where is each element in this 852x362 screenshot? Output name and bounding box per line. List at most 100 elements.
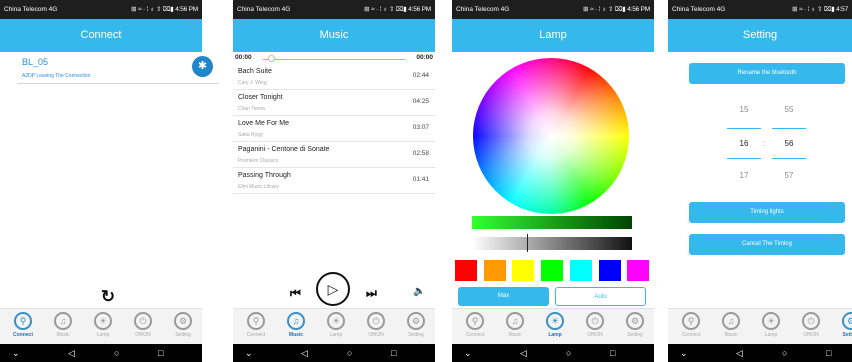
tab-label: Connect — [465, 332, 485, 338]
tab-offon[interactable]: ⏻ Off/ON — [580, 312, 610, 338]
tab-label: Off/ON — [135, 332, 151, 338]
hour-picker-line — [727, 128, 761, 129]
tab-icon: ☀ — [327, 312, 345, 330]
next-icon[interactable]: ⏭ — [366, 286, 377, 301]
tab-icon: ⏻ — [586, 312, 604, 330]
color-swatch-orange[interactable] — [484, 260, 506, 281]
tab-setting[interactable]: ⚙ Setting — [620, 312, 650, 338]
brightness-slider[interactable] — [472, 237, 632, 250]
color-swatch-red[interactable] — [455, 260, 477, 281]
timing-lights-button[interactable]: Timing lights — [689, 202, 845, 223]
tab-music[interactable]: ♫ Music — [716, 312, 746, 338]
nav-recent-icon[interactable]: □ — [826, 344, 831, 362]
tab-label: Music — [508, 332, 522, 338]
song-artist: Saba Rygg — [238, 132, 263, 138]
tab-icon: ☀ — [762, 312, 780, 330]
tab-lamp[interactable]: ☀ Lamp — [540, 312, 570, 338]
nav-back-icon[interactable]: ◁ — [520, 344, 527, 362]
page-title: Setting — [668, 19, 852, 52]
tab-label: Setting — [627, 332, 643, 338]
minute-option[interactable]: 55 — [776, 105, 802, 114]
tab-label: Setting — [175, 332, 191, 338]
tab-lamp[interactable]: ☀ Lamp — [88, 312, 118, 338]
tab-icon: ⚲ — [466, 312, 484, 330]
list-item[interactable]: Bach Suite Cary J. Wing 02:44 — [233, 64, 435, 90]
progress-knob[interactable] — [268, 55, 275, 62]
brightness-thumb[interactable] — [527, 234, 528, 252]
time-separator: : — [762, 139, 766, 148]
progress-track[interactable] — [263, 59, 405, 60]
color-swatch-magenta[interactable] — [627, 260, 649, 281]
nav-home-icon[interactable]: ○ — [782, 344, 787, 362]
tab-setting[interactable]: ⚙ Setting — [168, 312, 198, 338]
tab-music[interactable]: ♫ Music — [500, 312, 530, 338]
tab-connect[interactable]: ⚲ Connect — [8, 312, 38, 338]
hour-option[interactable]: 15 — [731, 105, 757, 114]
color-swatch-yellow[interactable] — [512, 260, 534, 281]
nav-back-icon[interactable]: ◁ — [301, 344, 308, 362]
bluetooth-icon[interactable]: ✱ — [192, 56, 213, 77]
nav-hide-icon[interactable]: ⌄ — [245, 344, 253, 362]
tab-music[interactable]: ♫ Music — [48, 312, 78, 338]
auto-button[interactable]: Auto — [555, 287, 646, 306]
tab-offon[interactable]: ⏻ Off/ON — [128, 312, 158, 338]
color-wheel[interactable] — [473, 58, 629, 214]
tab-connect[interactable]: ⚲ Connect — [676, 312, 706, 338]
device-name[interactable]: BL_05 — [22, 57, 48, 67]
tab-bar: ⚲ Connect ♫ Music ☀ Lamp ⏻ Off/ON ⚙ Setting — [452, 308, 654, 344]
nav-home-icon[interactable]: ○ — [347, 344, 352, 362]
song-duration: 04:25 — [412, 98, 429, 105]
nav-hide-icon[interactable]: ⌄ — [464, 344, 472, 362]
color-swatch-blue[interactable] — [599, 260, 621, 281]
nav-recent-icon[interactable]: □ — [158, 344, 163, 362]
list-item[interactable]: Paganini - Centone di Sonate Premiere Cl… — [233, 142, 435, 168]
tab-setting[interactable]: ⚙ Setting — [836, 312, 852, 338]
list-item[interactable]: Closer Tonight Chan Tenna 04:25 — [233, 90, 435, 116]
volume-icon[interactable]: 🔈 — [413, 286, 425, 297]
nav-recent-icon[interactable]: □ — [610, 344, 615, 362]
tab-lamp[interactable]: ☀ Lamp — [321, 312, 351, 338]
minute-option[interactable]: 57 — [776, 171, 802, 180]
cancel-timing-button[interactable]: Cancel The Timing — [689, 234, 845, 255]
tab-connect[interactable]: ⚲ Connect — [241, 312, 271, 338]
song-duration: 01:41 — [412, 176, 429, 183]
tab-icon: ⚙ — [626, 312, 644, 330]
wheel-shading — [473, 58, 629, 214]
previous-icon[interactable]: ⏮ — [290, 286, 301, 301]
tab-icon: ♫ — [722, 312, 740, 330]
refresh-icon[interactable]: ↻ — [101, 287, 115, 307]
play-icon[interactable]: ▷ — [316, 272, 350, 306]
tab-setting[interactable]: ⚙ Setting — [401, 312, 431, 338]
color-slider[interactable] — [472, 216, 632, 229]
tab-offon[interactable]: ⏻ Off/ON — [361, 312, 391, 338]
nav-back-icon[interactable]: ◁ — [68, 344, 75, 362]
color-swatch-cyan[interactable] — [570, 260, 592, 281]
tab-label: Off/ON — [803, 332, 819, 338]
list-item[interactable]: Love Me For Me Saba Rygg 03:07 — [233, 116, 435, 142]
clock: 4:57 — [836, 6, 848, 13]
tab-connect[interactable]: ⚲ Connect — [460, 312, 490, 338]
minute-picker-line — [772, 158, 806, 159]
song-duration: 02:44 — [412, 72, 429, 79]
color-swatch-green[interactable] — [541, 260, 563, 281]
hour-option[interactable]: 17 — [731, 171, 757, 180]
nav-hide-icon[interactable]: ⌄ — [680, 344, 688, 362]
nav-home-icon[interactable]: ○ — [566, 344, 571, 362]
tab-icon: ☀ — [546, 312, 564, 330]
tab-bar: ⚲ Connect ♫ Music ☀ Lamp ⏻ Off/ON ⚙ Setting — [233, 308, 435, 344]
tab-icon: ⏻ — [802, 312, 820, 330]
nav-home-icon[interactable]: ○ — [114, 344, 119, 362]
list-item[interactable]: Passing Through Efini Music Library 01:4… — [233, 168, 435, 194]
nav-hide-icon[interactable]: ⌄ — [12, 344, 20, 362]
signal-icons: ⊞ ≈ · ⁞ ♁ ⇧ ⌧▮ — [364, 6, 407, 13]
tab-music[interactable]: ♫ Music — [281, 312, 311, 338]
rename-bluetooth-button[interactable]: Rename the bluetooth — [689, 63, 845, 84]
tab-label: Connect — [13, 332, 33, 338]
minute-selected[interactable]: 56 — [776, 139, 802, 148]
tab-offon[interactable]: ⏻ Off/ON — [796, 312, 826, 338]
tab-lamp[interactable]: ☀ Lamp — [756, 312, 786, 338]
nav-recent-icon[interactable]: □ — [391, 344, 396, 362]
nav-back-icon[interactable]: ◁ — [736, 344, 743, 362]
max-button[interactable]: Max — [458, 287, 549, 306]
song-duration: 02:58 — [412, 150, 429, 157]
